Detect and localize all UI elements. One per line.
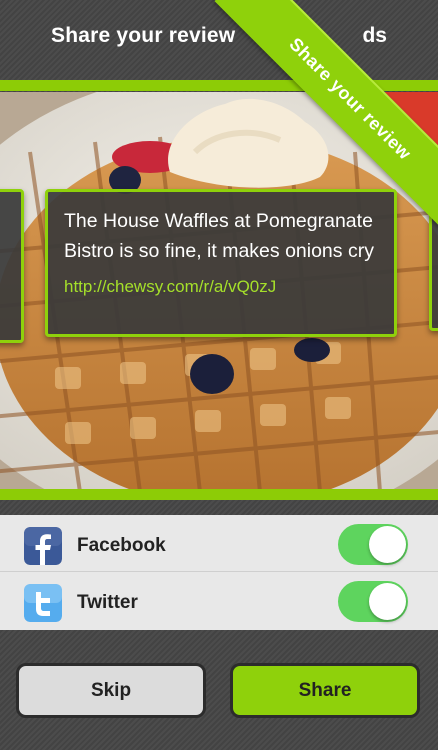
previous-review-card[interactable]: [0, 189, 24, 343]
review-link[interactable]: http://chewsy.com/r/a/vQ0zJ: [64, 277, 378, 297]
share-options-list: Facebook Twitter: [0, 515, 438, 630]
facebook-icon: [24, 527, 62, 565]
facebook-label: Facebook: [77, 535, 166, 556]
twitter-toggle-knob: [369, 583, 406, 620]
share-row-twitter: Twitter: [0, 572, 438, 629]
next-review-card[interactable]: [429, 189, 438, 331]
review-card[interactable]: The House Waffles at Pomegranate Bistro …: [45, 189, 397, 337]
share-review-screen: Share your review ds The House Waffles a…: [0, 0, 438, 750]
facebook-toggle-knob: [369, 526, 406, 563]
header: Share your review ds: [0, 0, 438, 80]
page-title-end: ds: [362, 24, 387, 47]
review-text: The House Waffles at Pomegranate Bistro …: [64, 210, 374, 262]
twitter-label: Twitter: [77, 592, 138, 613]
facebook-toggle[interactable]: [338, 524, 408, 565]
bottom-accent-bar: [0, 489, 438, 500]
share-button[interactable]: Share: [230, 663, 420, 718]
twitter-icon: [24, 584, 62, 622]
top-accent-bar: [0, 80, 438, 91]
twitter-toggle[interactable]: [338, 581, 408, 622]
share-row-facebook: Facebook: [0, 515, 438, 572]
skip-button[interactable]: Skip: [16, 663, 206, 718]
